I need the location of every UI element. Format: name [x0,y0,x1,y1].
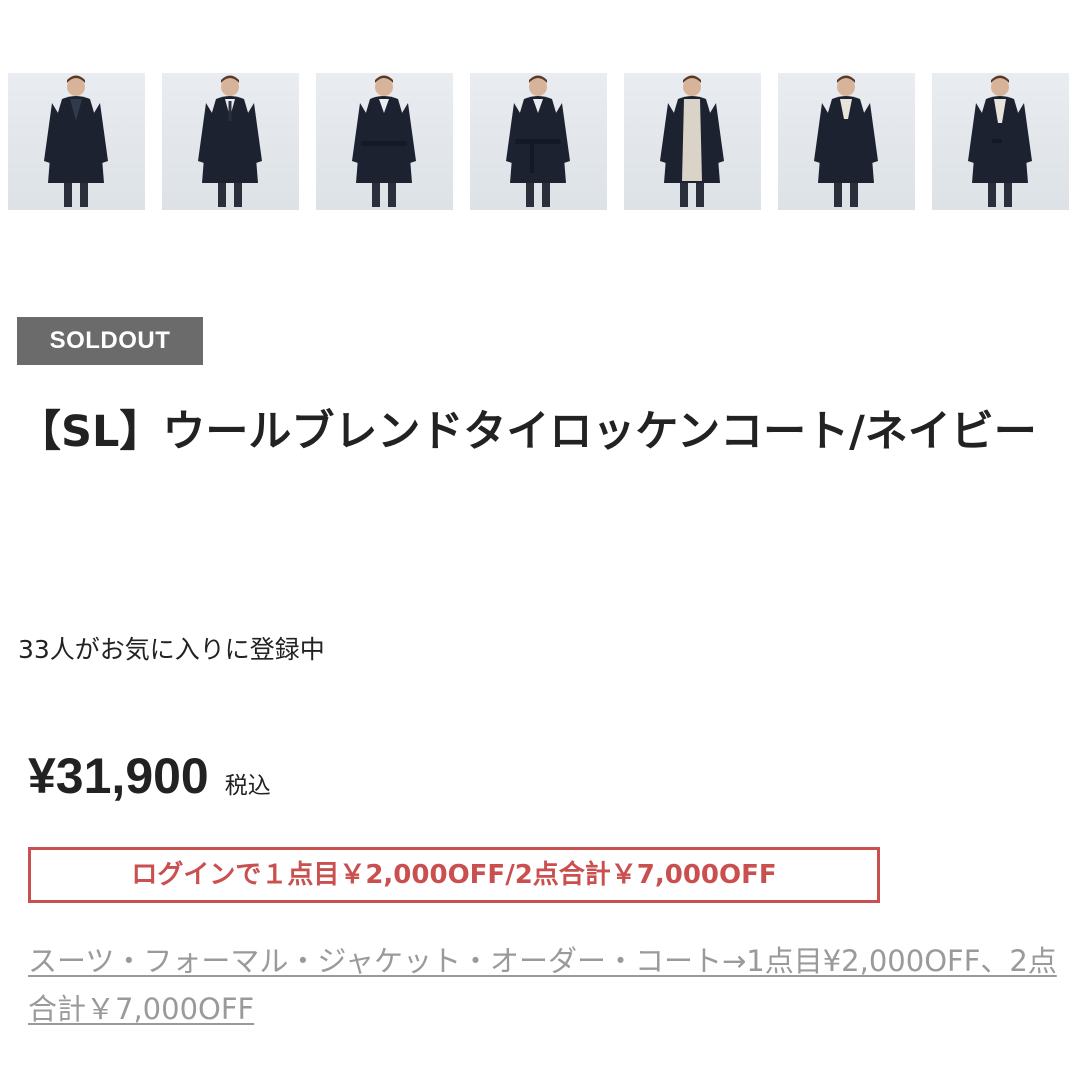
soldout-badge: SOLDOUT [17,317,203,365]
product-thumbnail-1[interactable] [8,73,145,210]
campaign-link[interactable]: スーツ・フォーマル・ジャケット・オーダー・コート→1点目¥2,000OFF、2点… [28,937,1068,1033]
model-coat-image [44,75,108,207]
model-coat-image [352,75,416,207]
model-coat-image [506,75,570,207]
product-thumbnail-6[interactable] [778,73,915,210]
product-thumbnail-2[interactable] [162,73,299,210]
model-coat-image [660,75,724,207]
product-thumbnail-3[interactable] [316,73,453,210]
login-promo-banner: ログインで１点目￥2,000OFF/2点合計￥7,000OFF [28,847,880,903]
model-coat-image [814,75,878,207]
product-thumbnail-7[interactable] [932,73,1069,210]
product-image-gallery [8,73,1069,210]
favorite-count: 33人がお気に入りに登録中 [18,635,325,664]
product-thumbnail-5[interactable] [624,73,761,210]
model-coat-image [968,75,1032,207]
product-title: 【SL】ウールブレンドタイロッケンコート/ネイビー [18,407,1037,457]
tax-label: 税込 [224,773,271,799]
price-row: ¥31,900 税込 [28,744,271,808]
model-coat-image [198,75,262,207]
product-thumbnail-4[interactable] [470,73,607,210]
product-price: ¥31,900 [28,748,209,804]
